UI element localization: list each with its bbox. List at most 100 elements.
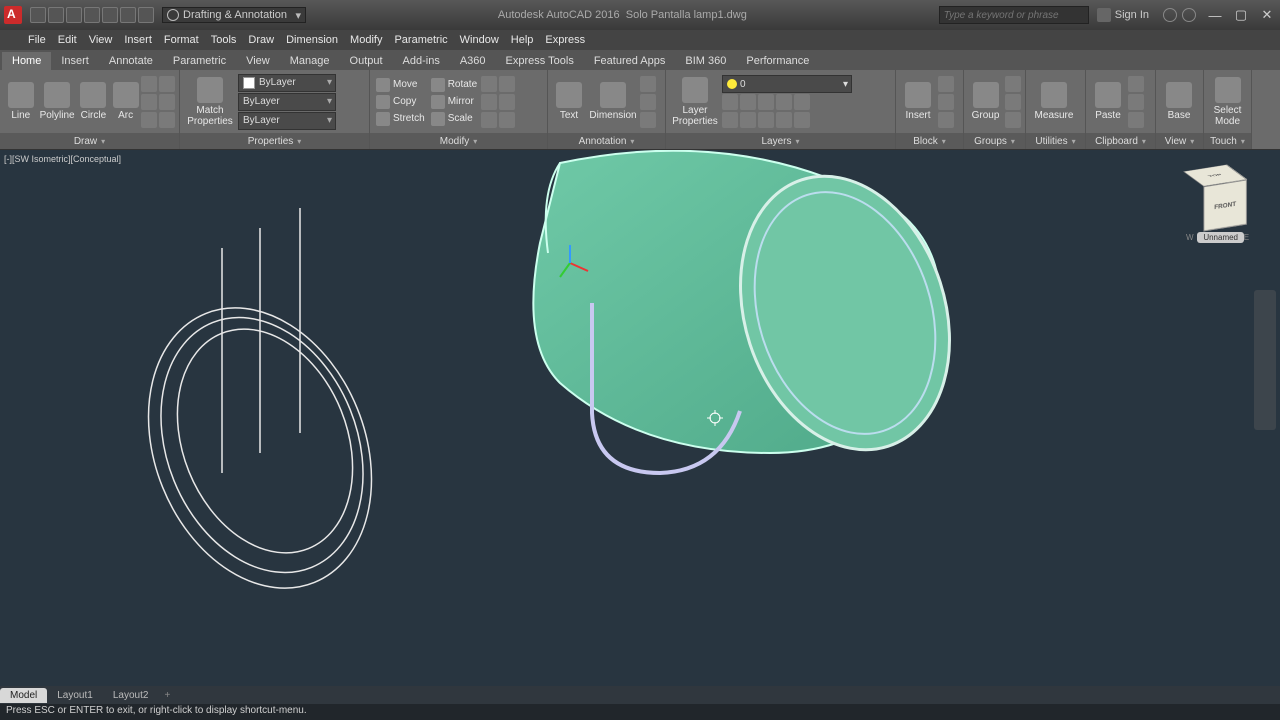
viewport[interactable]: [-][SW Isometric][Conceptual] [0,150,1280,686]
stretch-button[interactable]: Stretch [374,111,427,127]
panel-clipboard-label[interactable]: Clipboard [1086,133,1155,149]
tab-insert[interactable]: Insert [51,52,99,70]
insert-button[interactable]: Insert [900,82,936,121]
group-button[interactable]: Group [968,82,1003,121]
panel-groups-label[interactable]: Groups [964,133,1025,149]
layer-dropdown[interactable]: 0 [722,75,852,93]
tab-view[interactable]: View [236,52,280,70]
menu-insert[interactable]: Insert [124,34,152,46]
tab-express[interactable]: Express Tools [496,52,584,70]
menu-bar: File Edit View Insert Format Tools Draw … [0,30,1280,50]
add-layout-button[interactable]: + [158,688,176,703]
app-logo-icon[interactable] [4,6,22,24]
qat-new-icon[interactable] [30,7,46,23]
qat-undo-icon[interactable] [120,7,136,23]
workspace-dropdown[interactable]: Drafting & Annotation [162,7,306,23]
menu-tools[interactable]: Tools [211,34,237,46]
copy-button[interactable]: Copy [374,94,427,110]
view-cube[interactable]: TOP FRONT RIGHT W E [1180,166,1250,236]
menu-modify[interactable]: Modify [350,34,382,46]
dimension-button[interactable]: Dimension [588,82,638,121]
panel-block-label[interactable]: Block [896,133,963,149]
ribbon: Line Polyline Circle Arc Draw Match Prop… [0,70,1280,150]
lineweight-dropdown[interactable]: ByLayer [238,93,336,111]
command-line[interactable]: Press ESC or ENTER to exit, or right-cli… [0,704,1280,720]
panel-utilities-label[interactable]: Utilities [1026,133,1085,149]
navigation-bar[interactable] [1254,290,1276,430]
menu-dimension[interactable]: Dimension [286,34,338,46]
line-button[interactable]: Line [4,82,38,121]
menu-format[interactable]: Format [164,34,199,46]
qat-saveas-icon[interactable] [84,7,100,23]
qat-open-icon[interactable] [48,7,64,23]
tab-layout2[interactable]: Layout2 [103,688,159,703]
search-input[interactable] [939,6,1089,24]
panel-properties-label[interactable]: Properties [180,133,369,149]
menu-help[interactable]: Help [511,34,534,46]
tab-bim360[interactable]: BIM 360 [675,52,736,70]
tab-output[interactable]: Output [340,52,393,70]
help-icon[interactable] [1182,8,1196,22]
paste-button[interactable]: Paste [1090,82,1126,121]
tab-addins[interactable]: Add-ins [393,52,450,70]
panel-annotation-label[interactable]: Annotation [548,133,665,149]
arc-icon [113,82,139,108]
tab-annotate[interactable]: Annotate [99,52,163,70]
minimize-button[interactable]: — [1202,4,1228,26]
linetype-dropdown[interactable]: ByLayer [238,112,336,130]
layer-properties-button[interactable]: Layer Properties [670,77,720,127]
scale-button[interactable]: Scale [429,111,479,127]
tab-parametric[interactable]: Parametric [163,52,236,70]
paste-icon [1095,82,1121,108]
rotate-button[interactable]: Rotate [429,77,479,93]
match-properties-button[interactable]: Match Properties [184,77,236,127]
exchange-icon[interactable] [1163,8,1177,22]
menu-express[interactable]: Express [545,34,585,46]
tab-model[interactable]: Model [0,688,47,703]
text-button[interactable]: Text [552,82,586,121]
window-buttons: — ▢ ✕ [1202,4,1280,26]
wire-ellipses [108,208,411,622]
panel-draw-label[interactable]: Draw [0,133,179,149]
menu-window[interactable]: Window [460,34,499,46]
qat-redo-icon[interactable] [138,7,154,23]
menu-draw[interactable]: Draw [248,34,274,46]
menu-edit[interactable]: Edit [58,34,77,46]
circle-button[interactable]: Circle [77,82,111,121]
workspace-label: Drafting & Annotation [183,9,287,21]
viewcube-front[interactable]: FRONT [1203,179,1247,231]
menu-view[interactable]: View [89,34,113,46]
tab-layout1[interactable]: Layout1 [47,688,103,703]
panel-modify: Move Copy Stretch Rotate Mirror Scale Mo… [370,70,548,149]
panel-block: Insert Block [896,70,964,149]
panel-modify-label[interactable]: Modify [370,133,547,149]
qat-plot-icon[interactable] [102,7,118,23]
tab-featured[interactable]: Featured Apps [584,52,676,70]
tab-performance[interactable]: Performance [736,52,819,70]
move-icon [376,78,390,92]
close-button[interactable]: ✕ [1254,4,1280,26]
panel-touch-label[interactable]: Touch [1204,133,1251,149]
menu-parametric[interactable]: Parametric [394,34,447,46]
qat-save-icon[interactable] [66,7,82,23]
signin-button[interactable]: Sign In [1097,8,1149,22]
drawing-canvas [0,150,1280,686]
tab-manage[interactable]: Manage [280,52,340,70]
polyline-button[interactable]: Polyline [40,82,75,121]
measure-button[interactable]: Measure [1030,82,1078,121]
arc-button[interactable]: Arc [112,82,139,121]
select-mode-button[interactable]: Select Mode [1208,77,1247,127]
mirror-button[interactable]: Mirror [429,94,479,110]
tab-home[interactable]: Home [2,52,51,70]
base-button[interactable]: Base [1160,82,1198,121]
move-button[interactable]: Move [374,77,427,93]
panel-layers-label[interactable]: Layers [666,133,895,149]
copy-icon [376,95,390,109]
group-icon [973,82,999,108]
tab-a360[interactable]: A360 [450,52,496,70]
maximize-button[interactable]: ▢ [1228,4,1254,26]
panel-view-label[interactable]: View [1156,133,1203,149]
menu-file[interactable]: File [28,34,46,46]
color-dropdown[interactable]: ByLayer [238,74,336,92]
viewcube-menu[interactable]: Unnamed [1197,232,1244,243]
